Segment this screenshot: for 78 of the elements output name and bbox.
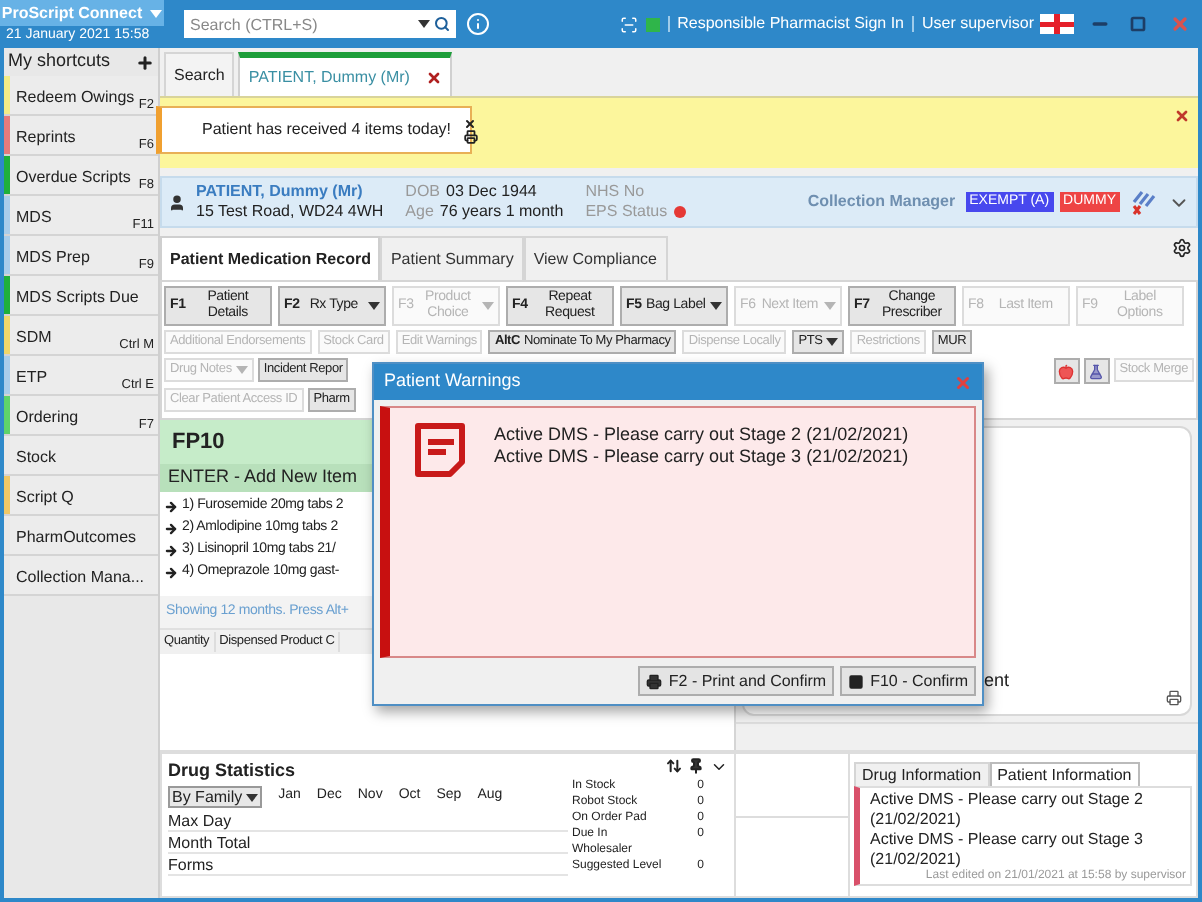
apple-icon	[1058, 363, 1075, 379]
caret-icon	[246, 793, 259, 801]
user-link[interactable]: User supervisor	[921, 12, 1034, 36]
arrow-icon	[164, 544, 178, 558]
tab[interactable]: View Compliance	[523, 236, 667, 280]
caret-icon	[710, 302, 722, 310]
apple-button[interactable]	[1053, 358, 1080, 384]
scan-icon[interactable]	[619, 15, 638, 33]
add-item-hint: ENTER - Add New Item	[168, 464, 358, 491]
sign-in-link[interactable]: Responsible Pharmacist Sign In	[677, 12, 904, 36]
caret-icon	[368, 302, 380, 310]
info-icon[interactable]	[466, 12, 490, 36]
warning-text: Active DMS - Please carry out Stage 3 (21/02/2021)	[494, 446, 909, 468]
drug-statistics-title: Drug Statistics	[168, 758, 298, 784]
dob-label: DOB	[405, 182, 441, 202]
tab[interactable]: PATIENT, Dummy (Mr)	[238, 52, 452, 96]
eps-label: EPS Status	[585, 202, 668, 222]
nhs-label: NHS No	[585, 182, 647, 202]
tab[interactable]: Patient Summary	[380, 236, 524, 280]
stop-icon	[848, 673, 865, 689]
tab[interactable]: Patient Medication Record	[160, 236, 381, 280]
sidebar-item[interactable]: PharmOutcomes	[10, 516, 158, 554]
maximize-icon[interactable]	[1130, 16, 1146, 32]
shortcuts-title: My shortcuts	[8, 48, 111, 75]
tab[interactable]: Patient Information	[989, 762, 1140, 786]
tab[interactable]: Drug Information	[854, 762, 990, 786]
chevron-icon[interactable]	[710, 758, 728, 776]
notification-text: Patient has received 4 items today!	[202, 118, 452, 142]
printer-icon	[646, 673, 663, 689]
printer-icon[interactable]	[1166, 690, 1182, 706]
warning-text: Active DMS - Please carry out Stage 2 (21/02/2021)	[494, 424, 909, 446]
age-value: 76 years 1 month	[439, 202, 564, 222]
flask-icon	[1088, 363, 1105, 379]
search-icon[interactable]	[434, 16, 450, 32]
status-square-icon	[645, 17, 660, 31]
caret-icon	[418, 20, 430, 28]
stat-row-label: Month Total	[168, 831, 568, 853]
patient-name[interactable]: PATIENT, Dummy (Mr)	[196, 182, 384, 202]
printer-icon[interactable]	[463, 129, 478, 143]
arrow-icon	[164, 522, 178, 536]
prescription-title: FP10	[172, 427, 225, 458]
caret-icon	[826, 338, 839, 346]
england-flag-icon	[1040, 14, 1074, 34]
sort-icon[interactable]	[666, 758, 682, 774]
settings-icon[interactable]	[1172, 238, 1192, 258]
person-icon	[168, 193, 186, 211]
stat-row-label: Max Day	[168, 809, 568, 831]
caret-icon	[824, 302, 836, 310]
dialog-button[interactable]: F10 - Confirm	[840, 666, 976, 696]
dismiss-icon[interactable]	[464, 117, 477, 129]
close-tab-icon[interactable]	[425, 69, 442, 85]
warning-text: Active DMS - Please carry out Stage 3 (21/02/2021)	[870, 830, 1145, 869]
caret-icon	[235, 366, 248, 374]
caret-icon	[482, 302, 494, 310]
sidebar-item[interactable]: Collection Mana...	[10, 556, 158, 594]
panel-text: ent	[984, 667, 1010, 693]
patient-address: 15 Test Road, WD24 4WH	[196, 202, 384, 222]
stat-row-label: Forms	[168, 853, 568, 875]
dialog-title: Patient Warnings	[384, 368, 521, 395]
tab[interactable]: Search	[164, 52, 235, 96]
sidebar-item[interactable]: Script Q	[10, 476, 158, 514]
warning-text: Active DMS - Please carry out Stage 2 (21/02/2021)	[870, 790, 1145, 830]
family-dropdown[interactable]: By Family	[168, 786, 263, 808]
sidebar-item[interactable]: MDS Scripts Due	[10, 276, 158, 314]
search-field[interactable]: Search (CTRL+S)	[184, 10, 456, 38]
arrow-icon	[164, 500, 178, 514]
sidebar-item[interactable]: Stock	[10, 436, 158, 474]
flask-button[interactable]	[1083, 358, 1110, 384]
arrow-icon	[164, 566, 178, 580]
dob-value: 03 Dec 1944	[446, 182, 537, 202]
close-banner-icon[interactable]	[1174, 108, 1190, 124]
pin-icon[interactable]	[688, 758, 704, 774]
age-label: Age	[405, 202, 434, 222]
note-icon	[410, 420, 470, 480]
dialog-button[interactable]: F2 - Print and Confirm	[638, 666, 835, 696]
pencils-icon[interactable]	[1130, 189, 1158, 215]
app-title: ProScript Connect	[1, 3, 143, 23]
add-icon[interactable]	[136, 53, 154, 71]
